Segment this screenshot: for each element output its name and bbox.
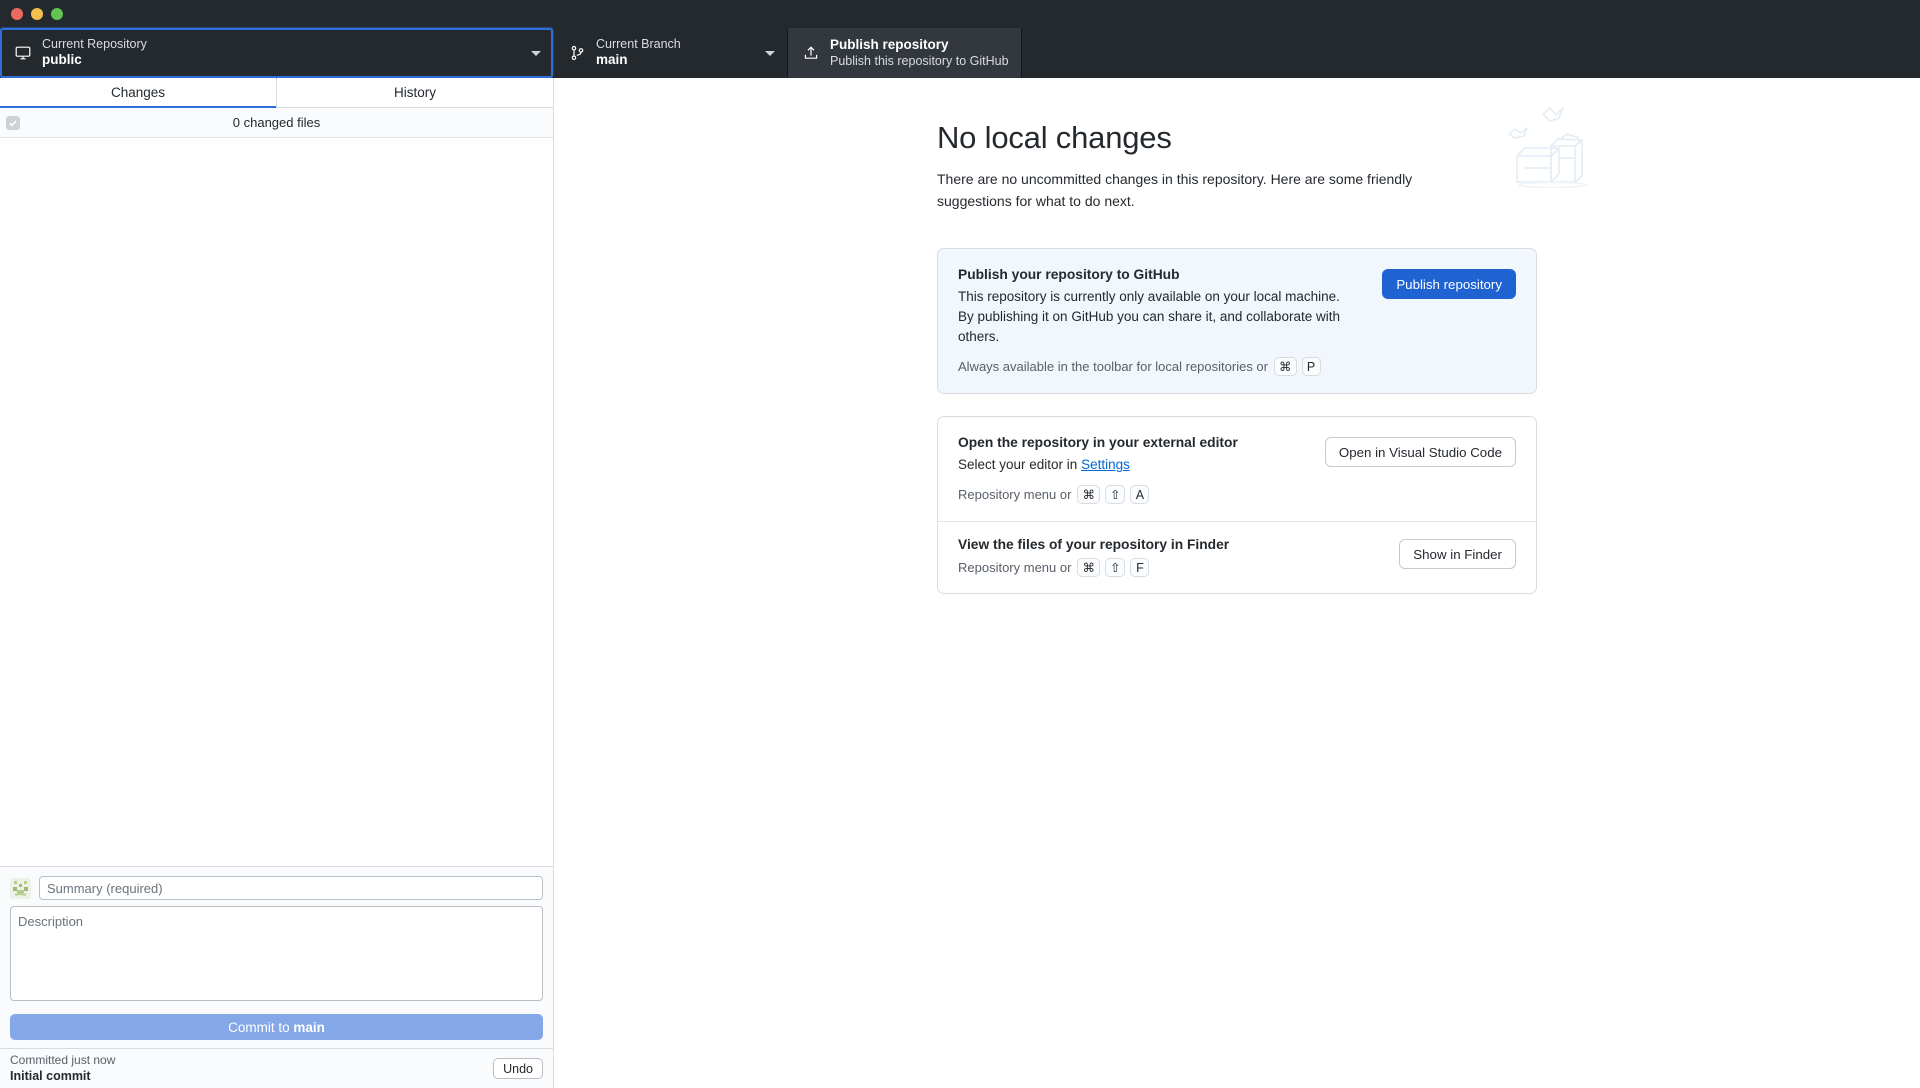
card-editor-meta-text: Repository menu or [958,487,1072,503]
kbd-command-icon: ⌘ [1274,357,1297,377]
kbd-command-icon: ⌘ [1077,485,1100,505]
tab-changes[interactable]: Changes [0,78,276,108]
branch-icon [566,45,588,61]
changed-files-header: 0 changed files [0,108,553,138]
card-finder-meta: Repository menu or ⌘ ⇧ F [958,558,1385,578]
changed-files-count: 0 changed files [232,115,321,130]
commit-button-prefix: Commit to [228,1019,294,1035]
card-publish-description: This repository is currently only availa… [958,289,1340,345]
empty-state-illustration-icon [1497,88,1607,193]
page-title: No local changes [937,120,1172,155]
last-commit-time: Committed just now [10,1052,116,1067]
minimize-window-button[interactable] [31,8,43,20]
publish-repository-toolbar-button[interactable]: Publish repository Publish this reposito… [788,28,1022,78]
current-branch-label: Current Branch [596,37,681,52]
sidebar: Changes History 0 changed files Summary … [0,78,554,1088]
title-bar [0,0,1920,28]
commit-summary-input[interactable] [39,876,543,900]
card-open-external-editor: Open the repository in your external edi… [938,417,1536,521]
card-publish-repository: Publish your repository to GitHub This r… [938,249,1536,394]
card-editor-title: Open the repository in your external edi… [958,435,1238,451]
show-in-finder-button[interactable]: Show in Finder [1399,539,1516,570]
changed-files-list[interactable] [0,138,553,866]
undo-commit-bar: Committed just now Initial commit Undo [0,1048,553,1088]
commit-button-branch: main [293,1019,325,1035]
commit-summary-row [10,876,543,900]
card-finder-meta-text: Repository menu or [958,560,1072,576]
commit-form: Commit to main [0,866,553,1048]
current-repository-value: public [42,52,82,68]
current-branch-button[interactable]: Current Branch main [554,28,788,78]
kbd-a: A [1130,485,1150,505]
card-show-in-finder: View the files of your repository in Fin… [938,521,1536,593]
card-publish-meta-text: Always available in the toolbar for loca… [958,359,1268,375]
last-commit-message: Initial commit [10,1069,91,1084]
no-local-changes-blankslate: No local changes There are no uncommitte… [937,78,1588,595]
actions-card-group: Open the repository in your external edi… [937,416,1537,595]
upload-icon [800,45,822,61]
current-branch-value: main [596,52,628,68]
current-repository-button[interactable]: Current Repository public [0,28,554,78]
publish-repository-button[interactable]: Publish repository [1382,269,1516,300]
publish-card-group: Publish your repository to GitHub This r… [937,248,1537,395]
tab-history-label: History [393,85,436,100]
card-finder-title: View the files of your repository in Fin… [958,537,1230,553]
current-repository-label: Current Repository [42,37,147,52]
suggestion-cards: Publish your repository to GitHub This r… [937,248,1537,595]
app-body: Changes History 0 changed files Summary … [0,78,1920,1088]
card-publish-title: Publish your repository to GitHub [958,267,1180,283]
card-editor-meta: Repository menu or ⌘ ⇧ A [958,485,1311,505]
kbd-shift-icon: ⇧ [1104,485,1126,505]
kbd-p: P [1301,357,1321,377]
toolbar: Current Repository public Current Branch… [0,28,1920,78]
open-in-external-editor-button[interactable]: Open in Visual Studio Code [1324,437,1516,468]
kbd-f: F [1130,558,1150,578]
main-panel: No local changes There are no uncommitte… [554,78,1920,1088]
kbd-command-icon: ⌘ [1077,558,1100,578]
publish-repository-subtitle: Publish this repository to GitHub [830,53,1009,68]
card-editor-description: Select your editor in Settings [958,455,1311,475]
settings-link[interactable]: Settings [1081,457,1130,472]
card-editor-description-prefix: Select your editor in [958,457,1082,473]
github-desktop-window: Current Repository public Current Branch… [0,0,1920,1088]
undo-button[interactable]: Undo [493,1058,543,1079]
page-description: There are no uncommitted changes in this… [937,171,1413,209]
kbd-shift-icon: ⇧ [1104,558,1126,578]
zoom-window-button[interactable] [51,8,63,20]
chevron-down-icon [531,50,541,56]
repository-icon [12,45,34,61]
tab-changes-label: Changes [110,85,166,100]
chevron-down-icon [765,50,775,56]
close-window-button[interactable] [11,8,23,20]
card-publish-meta: Always available in the toolbar for loca… [958,357,1368,377]
commit-to-branch-button[interactable]: Commit to main [10,1014,543,1040]
publish-repository-title: Publish repository [830,37,949,53]
avatar [10,877,31,899]
sidebar-tabs: Changes History [0,78,553,108]
tab-history[interactable]: History [277,78,553,107]
commit-description-input[interactable] [10,906,543,1001]
